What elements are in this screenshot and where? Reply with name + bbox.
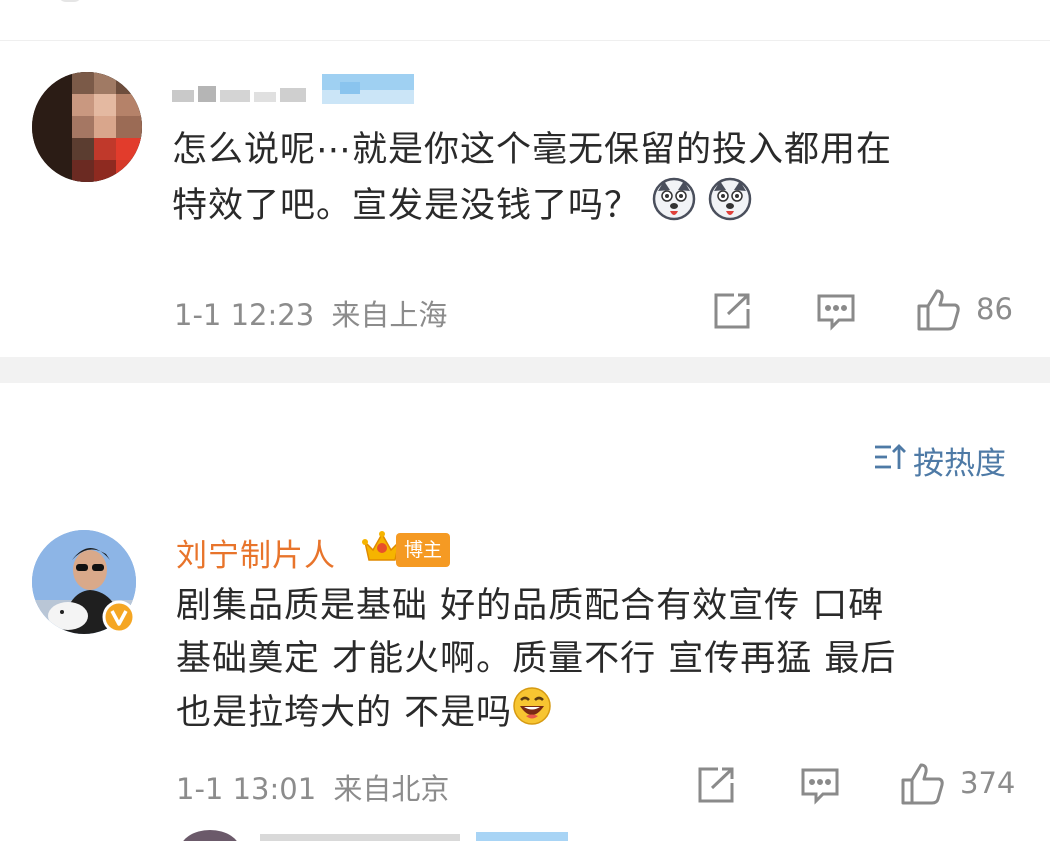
comment-author-name[interactable]: 刘宁制片人: [176, 530, 336, 575]
comment-text-line: 基础奠定 才能火啊。质量不行 宣传再猛 最后: [176, 639, 897, 679]
next-comment-partial: [0, 826, 1050, 841]
like-count: 86: [976, 292, 1013, 326]
husky-emoji-icon: [708, 177, 752, 237]
share-icon[interactable]: [712, 292, 752, 334]
verified-v-icon: [102, 600, 136, 638]
thumbs-up-icon[interactable]: [900, 762, 946, 810]
blogger-badge: 博主: [362, 530, 451, 570]
comment-text-segment: 特效了吧。宣发是没钱了吗？: [172, 186, 641, 226]
comment-meta: 1-1 12:23 来自上海: [174, 292, 447, 334]
comment-location: 来自北京: [333, 772, 450, 806]
previous-icon-fragment: [58, 0, 82, 2]
sort-toggle[interactable]: 按热度: [873, 438, 1006, 483]
badge-label: 博主: [396, 533, 451, 567]
sort-label: 按热度: [913, 446, 1006, 482]
separator-line: [0, 40, 1050, 41]
sort-icon: [873, 443, 907, 479]
like-count: 374: [960, 766, 1016, 800]
comment-date: 1-1 13:01: [176, 772, 317, 806]
husky-emoji-icon: [652, 177, 696, 237]
pixelated-username: [172, 74, 414, 104]
comment-text-line: 特效了吧。宣发是没钱了吗？: [172, 177, 1012, 237]
section-divider: [0, 357, 1050, 383]
comment-text: 剧集品质是基础 好的品质配合有效宣传 口碑 基础奠定 才能火啊。质量不行 宣传再…: [176, 580, 1016, 742]
comment-meta: 1-1 13:01 来自北京: [176, 766, 449, 808]
laugh-emoji-icon: [512, 686, 552, 742]
comment-text-line: 也是拉垮大的 不是吗: [176, 686, 1016, 742]
avatar-fragment: [180, 830, 240, 841]
username-fragment: [260, 834, 460, 841]
comment-location: 来自上海: [331, 298, 448, 332]
comment-text: 怎么说呢⋯就是你这个毫无保留的投入都用在 特效了吧。宣发是没钱了吗？: [172, 124, 1012, 237]
share-icon[interactable]: [696, 766, 736, 808]
pixelated-avatar-image: [32, 72, 142, 182]
comment-text-line: 剧集品质是基础 好的品质配合有效宣传 口碑: [176, 586, 885, 626]
comment-text-line: 怎么说呢⋯就是你这个毫无保留的投入都用在: [172, 130, 893, 170]
comment-text-segment: 也是拉垮大的 不是吗: [176, 693, 513, 733]
previous-content-sliver: [0, 0, 1050, 40]
comment-date: 1-1 12:23: [174, 298, 315, 332]
comment-icon[interactable]: [800, 766, 840, 810]
comment-icon[interactable]: [816, 292, 856, 336]
username-blurred[interactable]: [172, 72, 422, 106]
thumbs-up-icon[interactable]: [916, 288, 962, 336]
tag-fragment: [476, 832, 568, 841]
avatar[interactable]: [32, 72, 142, 182]
